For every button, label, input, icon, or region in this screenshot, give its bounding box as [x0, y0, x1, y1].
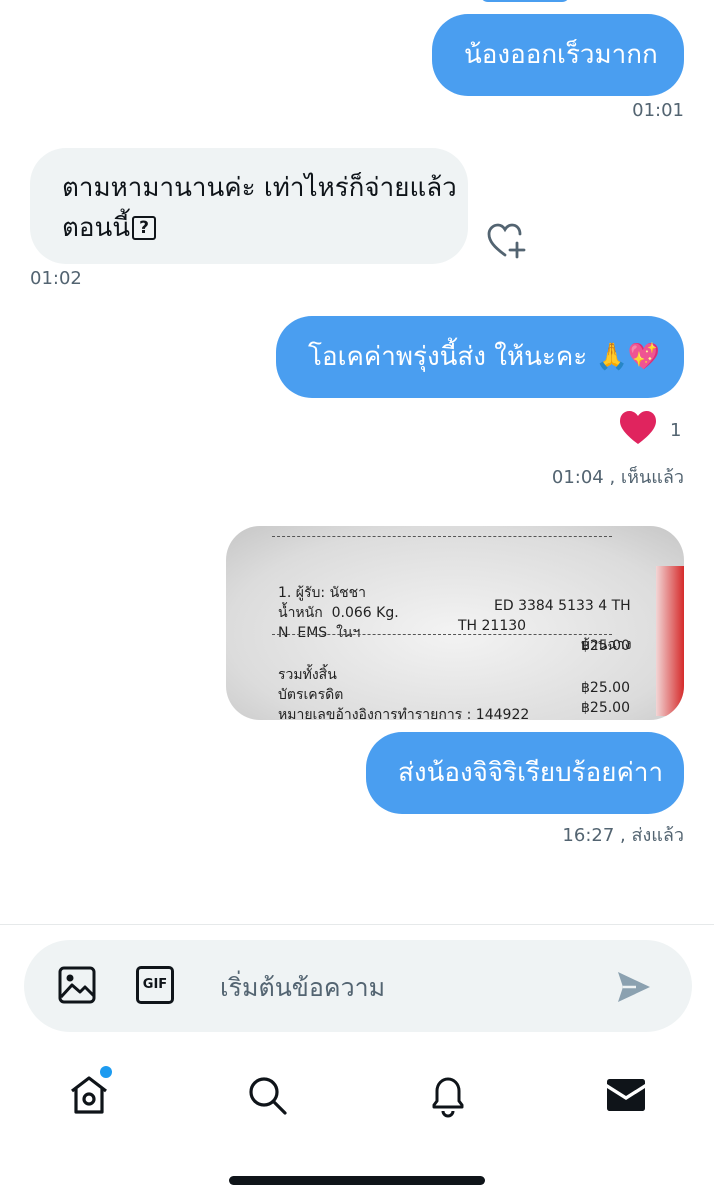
unknown-glyph: ?: [132, 216, 157, 240]
bell-icon[interactable]: [428, 1074, 468, 1122]
message-reaction[interactable]: 1: [618, 410, 681, 450]
message-text-line: ตอนนี้: [62, 213, 131, 243]
home-indicator: [229, 1176, 485, 1185]
message-timestamp: 16:27: [562, 825, 615, 846]
receipt-divider: [272, 634, 612, 635]
message-text: โอเคค่าพรุ่งนี้ส่ง ให้นะคะ 🙏💖: [308, 342, 661, 372]
message-timestamp: 01:01: [632, 100, 684, 121]
composer-divider: [0, 924, 714, 925]
receipt-photo[interactable]: 1. ผู้รับ: นัชชา ED 3384 5133 4 TH น้ำหน…: [226, 526, 684, 720]
message-timestamp: 01:04: [551, 467, 604, 488]
seen-status: , เห็นแล้ว: [609, 467, 684, 488]
search-icon[interactable]: [246, 1074, 288, 1120]
heart-reaction-icon: [618, 410, 658, 450]
message-status: 16:27 , ส่งแล้ว: [562, 820, 684, 849]
gif-icon[interactable]: GIF: [136, 966, 174, 1004]
home-notification-dot: [100, 1066, 112, 1078]
image-icon[interactable]: [58, 966, 96, 1008]
outgoing-message-bubble[interactable]: น้องออกเร็วมากก: [432, 14, 684, 96]
envelope-icon[interactable]: [606, 1078, 646, 1116]
receipt-edge: [656, 566, 684, 716]
message-composer: GIF เริ่มต้นข้อความ: [24, 940, 692, 1032]
outgoing-message-bubble[interactable]: โอเคค่าพรุ่งนี้ส่ง ให้นะคะ 🙏💖: [276, 316, 684, 398]
outgoing-message-bubble[interactable]: ส่งน้องจิจิริเรียบร้อยค่าา: [366, 732, 684, 814]
heart-plus-icon: [487, 223, 526, 259]
reaction-count: 1: [670, 419, 682, 441]
message-text: น้องออกเร็วมากก: [464, 40, 658, 70]
message-text-line: ตามหามานานค่ะ เท่าไหร่ก็จ่ายแล้ว: [62, 173, 457, 203]
sent-status: , ส่งแล้ว: [620, 825, 684, 846]
receipt-reference: หมายเลขอ้างอิงการทำรายการ : 144922: [278, 707, 530, 720]
send-icon[interactable]: [616, 970, 652, 1008]
home-icon[interactable]: [68, 1074, 110, 1120]
previous-message-bubble: [480, 0, 570, 2]
add-reaction-button[interactable]: [486, 222, 528, 266]
message-status: 01:04 , เห็นแล้ว: [552, 462, 684, 491]
incoming-message-bubble[interactable]: ตามหามานานค่ะ เท่าไหร่ก็จ่ายแล้ว ตอนนี้ …: [30, 148, 468, 264]
receipt-divider: [272, 536, 612, 537]
receipt-service: N EMS ในฯ: [278, 625, 361, 641]
message-input[interactable]: เริ่มต้นข้อความ: [220, 968, 385, 1008]
message-text: ส่งน้องจิจิริเรียบร้อยค่าา: [398, 758, 664, 788]
message-timestamp: 01:02: [30, 268, 82, 289]
